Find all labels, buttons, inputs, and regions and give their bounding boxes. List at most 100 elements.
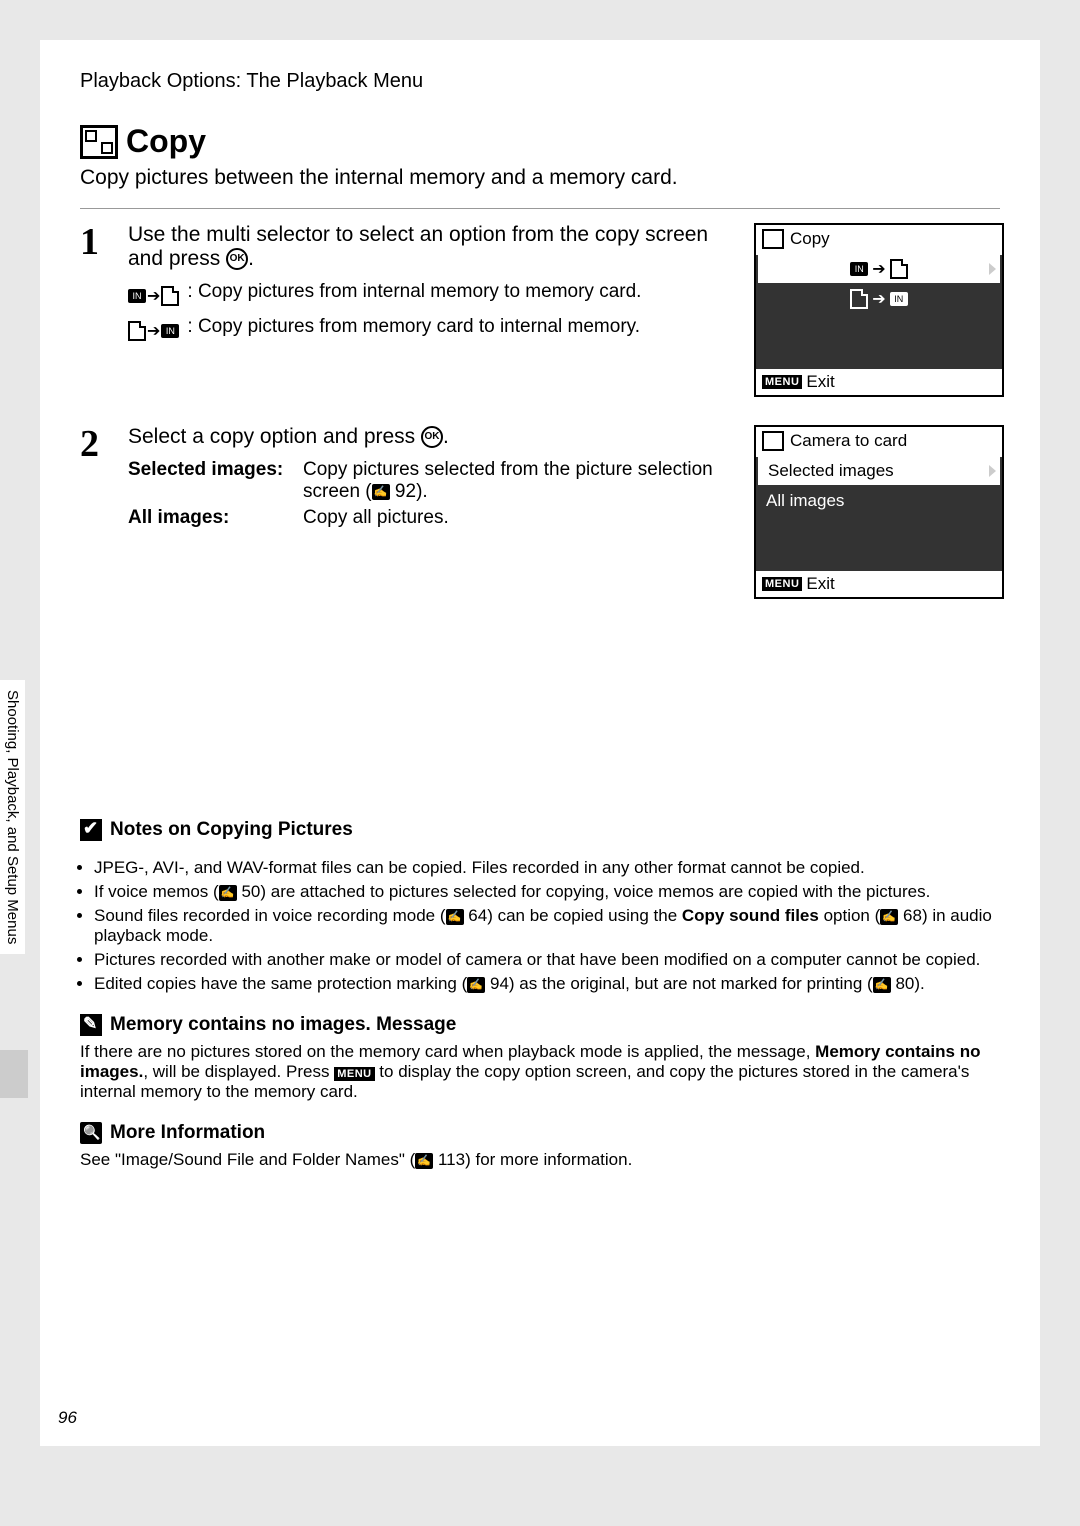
- text: If voice memos (: [94, 882, 219, 901]
- page-ref-icon: ✍: [219, 885, 237, 901]
- screen-copy: Copy IN ➔ ➔ IN: [754, 223, 1004, 397]
- pencil-icon: [80, 1014, 102, 1036]
- screen-title: Camera to card: [790, 431, 907, 451]
- info-icon: [80, 1122, 102, 1144]
- option-desc: : Copy pictures from internal memory to …: [187, 281, 641, 306]
- text: See "Image/Sound File and Folder Names" …: [80, 1150, 415, 1169]
- note-bullet-1: JPEG-, AVI-, and WAV-format files can be…: [94, 858, 1000, 878]
- intro-text: Copy pictures between the internal memor…: [80, 166, 1000, 190]
- text: , will be displayed. Press: [143, 1062, 334, 1081]
- note-bullet-4: Pictures recorded with another make or m…: [94, 950, 1000, 970]
- option-desc: : Copy pictures from memory card to inte…: [187, 316, 640, 341]
- screen-header: Copy: [756, 225, 1002, 253]
- step-2-title: Select a copy option and press OK.: [128, 425, 736, 449]
- text: ).: [914, 974, 924, 993]
- option-desc-b: ).: [416, 481, 428, 502]
- page-ref: 64: [468, 906, 487, 925]
- screen-header: Camera to card: [756, 427, 1002, 455]
- page-ref-icon: ✍: [372, 484, 390, 500]
- step-title-text-b: .: [443, 425, 449, 448]
- heading-bold: Memory contains no images.: [110, 1014, 371, 1035]
- page-ref-icon: ✍: [415, 1153, 433, 1169]
- more-info-block: More Information See "Image/Sound File a…: [80, 1122, 1000, 1170]
- menu-icon: MENU: [762, 375, 802, 389]
- memory-card-icon: [128, 321, 146, 341]
- step-1-title: Use the multi selector to select an opti…: [128, 223, 736, 271]
- page-ref: 80: [895, 974, 914, 993]
- option-desc: Copy all pictures.: [303, 507, 449, 529]
- page-ref: 94: [490, 974, 509, 993]
- more-info-text: See "Image/Sound File and Folder Names" …: [80, 1150, 1000, 1170]
- separator: [80, 208, 1000, 209]
- menu-icon: MENU: [334, 1067, 374, 1081]
- page-ref-icon: ✍: [467, 977, 485, 993]
- screen-row-empty: [756, 313, 1002, 341]
- page-ref: 50: [241, 882, 260, 901]
- heading-suffix: Message: [371, 1014, 457, 1035]
- screen-row-card-to-in[interactable]: ➔ IN: [756, 285, 1002, 313]
- text: ) are attached to pictures selected for …: [260, 882, 930, 901]
- ok-icon: OK: [421, 426, 443, 448]
- text: ) can be copied using the: [487, 906, 682, 925]
- step-title-text-a: Select a copy option and press: [128, 425, 421, 448]
- step-2: 2 Select a copy option and press OK. Sel…: [80, 425, 1000, 599]
- internal-memory-icon: IN: [161, 324, 179, 338]
- breadcrumb: Playback Options: The Playback Menu: [80, 70, 1000, 93]
- note-bullet-3: Sound files recorded in voice recording …: [94, 906, 1000, 946]
- arrow-icon: ➔: [147, 286, 160, 306]
- option-all-images: All images: Copy all pictures.: [128, 507, 736, 529]
- step1-option-in-to-card: IN ➔ : Copy pictures from internal memor…: [128, 281, 736, 306]
- page-heading: Copy: [80, 123, 1000, 160]
- copy-screen-icon: [762, 229, 784, 249]
- internal-memory-icon: IN: [850, 262, 868, 276]
- arrow-icon: ➔: [147, 321, 160, 341]
- internal-memory-icon: IN: [128, 289, 146, 303]
- exit-label: Exit: [806, 372, 834, 392]
- step1-option-card-to-in: ➔ IN : Copy pictures from memory card to…: [128, 316, 736, 341]
- copy-screen-icon: [762, 431, 784, 451]
- screen-footer: MENU Exit: [756, 571, 1002, 597]
- side-tab: Shooting, Playback, and Setup Menus: [0, 680, 25, 954]
- arrow-icon: ➔: [872, 259, 885, 279]
- memory-card-icon: [850, 289, 868, 309]
- page-ref: 92: [395, 481, 416, 502]
- heading-text: Copy: [126, 123, 206, 160]
- side-marker: [0, 1050, 28, 1098]
- page-ref: 113: [438, 1150, 465, 1169]
- bold-text: Copy sound files: [682, 906, 819, 925]
- step-1: 1 Use the multi selector to select an op…: [80, 223, 1000, 397]
- screen-row-all-images[interactable]: All images: [756, 487, 1002, 515]
- option-desc-a: Copy pictures selected from the picture …: [303, 459, 713, 502]
- screen-title: Copy: [790, 229, 830, 249]
- ok-icon: OK: [226, 248, 248, 270]
- page-ref: 68: [903, 906, 922, 925]
- memory-heading: Memory contains no images. Message: [110, 1014, 456, 1036]
- text: Edited copies have the same protection m…: [94, 974, 467, 993]
- text: Sound files recorded in voice recording …: [94, 906, 446, 925]
- page-ref-icon: ✍: [446, 909, 464, 925]
- step-number: 1: [80, 223, 110, 397]
- note-bullet-5: Edited copies have the same protection m…: [94, 974, 1000, 994]
- text: ) as the original, but are not marked fo…: [509, 974, 873, 993]
- menu-icon: MENU: [762, 577, 802, 591]
- copy-icon: [80, 125, 118, 159]
- text: If there are no pictures stored on the m…: [80, 1042, 815, 1061]
- memory-message-block: Memory contains no images. Message If th…: [80, 1014, 1000, 1102]
- option-selected-images: Selected images: Copy pictures selected …: [128, 459, 736, 503]
- notes-block: Notes on Copying Pictures JPEG-, AVI-, a…: [80, 819, 1000, 994]
- memory-card-icon: [161, 286, 179, 306]
- memory-card-icon: [890, 259, 908, 279]
- option-label: All images: [128, 507, 223, 528]
- arrow-icon: ➔: [872, 289, 885, 309]
- page-ref-icon: ✍: [880, 909, 898, 925]
- screen-camera-to-card: Camera to card Selected images All image…: [754, 425, 1004, 599]
- step-number: 2: [80, 425, 110, 599]
- screen-row-in-to-card[interactable]: IN ➔: [758, 255, 1000, 283]
- screen-row-selected-images[interactable]: Selected images: [758, 457, 1000, 485]
- screen-row-empty: [756, 515, 1002, 543]
- text: option (: [819, 906, 880, 925]
- step-title-text-b: .: [248, 247, 254, 270]
- note-bullet-2: If voice memos (✍ 50) are attached to pi…: [94, 882, 1000, 902]
- memory-message-text: If there are no pictures stored on the m…: [80, 1042, 1000, 1102]
- screen-row-empty: [756, 543, 1002, 571]
